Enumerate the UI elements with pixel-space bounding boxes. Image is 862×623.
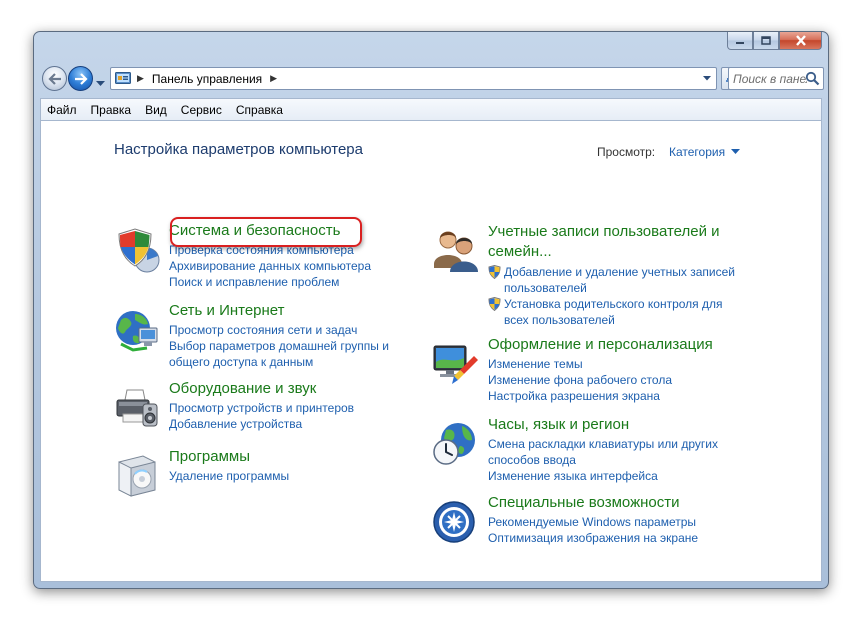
link-add-remove-accounts[interactable]: Добавление и удаление учетных записей по… (488, 264, 735, 296)
category-links: Просмотр состояния сети и задач Выбор па… (169, 322, 389, 370)
chevron-down-icon (731, 149, 741, 155)
menu-file[interactable]: Файл (47, 103, 77, 117)
printer-icon (116, 389, 158, 427)
search-icon[interactable] (805, 71, 820, 86)
link-parental-controls[interactable]: Установка родительского контроля для все… (488, 296, 735, 328)
link-keyboard-layout-line2[interactable]: способов ввода (488, 452, 718, 468)
maximize-icon (761, 36, 771, 45)
category-links: Добавление и удаление учетных записей по… (488, 264, 735, 328)
category-title-network-internet[interactable]: Сеть и Интернет (169, 302, 285, 320)
category-title-user-accounts[interactable]: Учетные записи пользователей и семейн... (488, 222, 720, 262)
link-backup-computer[interactable]: Архивирование данных компьютера (169, 258, 371, 274)
link-network-status[interactable]: Просмотр состояния сети и задач (169, 322, 389, 338)
menu-edit[interactable]: Правка (91, 103, 132, 117)
category-title-system-security[interactable]: Система и безопасность (169, 222, 340, 240)
link-check-computer-status[interactable]: Проверка состояния компьютера (169, 242, 371, 258)
link-change-wallpaper[interactable]: Изменение фона рабочего стола (488, 372, 672, 388)
link-line: всех пользователей (504, 313, 615, 327)
breadcrumb-separator-icon[interactable]: ▶ (137, 73, 144, 84)
category-title-hardware-sound[interactable]: Оборудование и звук (169, 380, 316, 398)
search-input[interactable] (733, 71, 807, 86)
category-title-programs[interactable]: Программы (169, 448, 250, 466)
category-title-accessibility[interactable]: Специальные возможности (488, 494, 680, 512)
control-panel-icon (115, 71, 131, 86)
category-links: Проверка состояния компьютера Архивирова… (169, 242, 371, 290)
link-troubleshoot[interactable]: Поиск и исправление проблем (169, 274, 371, 290)
link-line: Добавление и удаление учетных записей (504, 265, 736, 279)
link-display-language[interactable]: Изменение языка интерфейса (488, 468, 718, 484)
link-text: Установка родительского контроля для все… (504, 296, 723, 328)
category-links: Смена раскладки клавиатуры или других сп… (488, 436, 718, 484)
maximize-button[interactable] (753, 32, 779, 50)
link-recommended-settings[interactable]: Рекомендуемые Windows параметры (488, 514, 698, 530)
minimize-icon (736, 41, 744, 44)
link-line: Установка родительского контроля для (504, 297, 723, 311)
view-by-label: Просмотр: (597, 145, 656, 159)
link-keyboard-layout-line1[interactable]: Смена раскладки клавиатуры или других (488, 436, 718, 452)
uac-shield-icon (488, 297, 501, 311)
back-button[interactable] (42, 66, 67, 91)
category-links: Рекомендуемые Windows параметры Оптимиза… (488, 514, 698, 546)
navigation-bar: ▶ Панель управления ▶ (40, 63, 824, 93)
link-text: Добавление и удаление учетных записей по… (504, 264, 735, 296)
link-add-device[interactable]: Добавление устройства (169, 416, 354, 432)
uac-shield-icon (488, 265, 501, 279)
link-change-theme[interactable]: Изменение темы (488, 356, 672, 372)
programs-icon (118, 455, 156, 497)
minimize-button[interactable] (727, 32, 753, 50)
personalization-icon (433, 345, 478, 384)
view-by-dropdown[interactable]: Категория (669, 145, 741, 159)
category-title-appearance[interactable]: Оформление и персонализация (488, 336, 713, 354)
content-pane: Настройка параметров компьютера Просмотр… (40, 120, 822, 582)
clock-globe-icon (433, 423, 475, 465)
close-icon (795, 35, 806, 46)
menu-help[interactable]: Справка (236, 103, 283, 117)
users-icon (434, 231, 478, 272)
view-by-value: Категория (669, 145, 726, 159)
chevron-down-icon (703, 76, 711, 81)
link-uninstall-program[interactable]: Удаление программы (169, 468, 289, 484)
network-globe-icon (116, 311, 158, 352)
address-bar[interactable]: ▶ Панель управления ▶ (110, 67, 717, 90)
menu-tools[interactable]: Сервис (181, 103, 222, 117)
link-optimize-display[interactable]: Оптимизация изображения на экране (488, 530, 698, 546)
window-controls (727, 32, 822, 50)
link-devices-printers[interactable]: Просмотр устройств и принтеров (169, 400, 354, 416)
link-homegroup-line1[interactable]: Выбор параметров домашней группы и (169, 338, 389, 354)
link-homegroup-line2[interactable]: общего доступа к данным (169, 354, 389, 370)
forward-button[interactable] (68, 66, 93, 91)
category-title-line: Учетные записи пользователей и (488, 223, 720, 240)
menu-bar: Файл Правка Вид Сервис Справка (40, 98, 822, 120)
category-title-clock-language[interactable]: Часы, язык и регион (488, 416, 629, 434)
breadcrumb-control-panel[interactable]: Панель управления (152, 72, 262, 86)
category-title-line: семейн... (488, 243, 552, 260)
security-shield-icon (118, 228, 160, 273)
control-panel-window: ▶ Панель управления ▶ Файл Правка Вид Се… (33, 31, 829, 589)
category-links: Просмотр устройств и принтеров Добавлени… (169, 400, 354, 432)
category-links: Изменение темы Изменение фона рабочего с… (488, 356, 672, 404)
address-history-dropdown[interactable] (698, 68, 716, 89)
menu-view[interactable]: Вид (145, 103, 167, 117)
category-links: Удаление программы (169, 468, 289, 484)
search-box[interactable] (728, 67, 824, 90)
breadcrumb-separator-icon[interactable]: ▶ (270, 73, 277, 84)
chevron-down-icon (96, 81, 105, 86)
link-screen-resolution[interactable]: Настройка разрешения экрана (488, 388, 672, 404)
recent-pages-dropdown[interactable] (96, 74, 105, 92)
arrow-left-icon (47, 72, 61, 85)
page-title: Настройка параметров компьютера (114, 141, 363, 158)
close-button[interactable] (779, 32, 822, 50)
accessibility-icon (433, 501, 475, 543)
link-line: пользователей (504, 281, 587, 295)
arrow-right-icon (74, 72, 88, 85)
